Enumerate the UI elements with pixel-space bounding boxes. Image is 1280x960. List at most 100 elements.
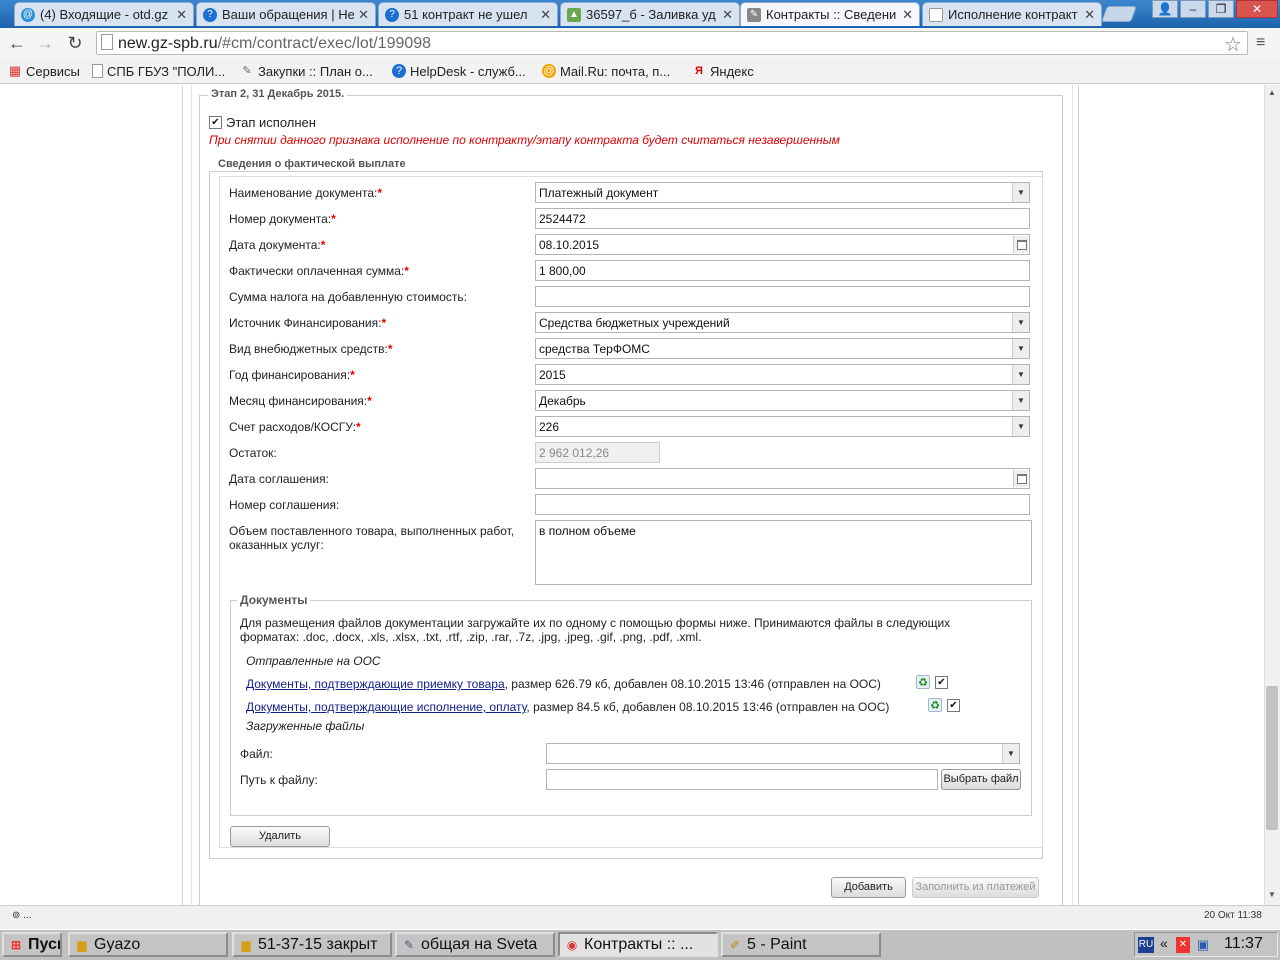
choose-file-button[interactable]: Выбрать файл [941,769,1021,790]
chevron-down-icon: ▼ [1012,339,1029,358]
tab-close-icon[interactable]: ✕ [540,7,551,23]
volume-textarea[interactable]: в полном объеме [535,520,1032,585]
file-row: Документы, подтверждающие исполнение, оп… [246,700,890,714]
chrome-icon: ◉ [566,937,578,952]
agreement-date-input[interactable] [535,468,1030,489]
file-link[interactable]: Документы, подтверждающие приемку товара [246,677,505,691]
stage-warning: При снятии данного признака исполнение п… [209,133,840,147]
image-icon: ▲ [567,7,581,22]
fin-year-select[interactable]: 2015 ▼ [535,364,1030,385]
kosgu-label: Счет расходов/КОСГУ:* [229,420,361,434]
bookmark-item[interactable]: @ Mail.Ru: почта, п... [542,63,670,79]
offbudget-select[interactable]: средства ТерФОМС ▼ [535,338,1030,359]
taskbar-item[interactable]: ✐ 5 - Paint [721,932,881,957]
new-tab-button[interactable] [1101,6,1137,22]
network-icon[interactable]: ▣ [1194,937,1212,953]
mail-icon: @ [542,64,556,78]
browser-tab[interactable]: ▲ 36597_б - Заливка уд ✕ [560,2,740,26]
chevron-down-icon: ▼ [1012,391,1029,410]
page-border-right [1078,85,1079,905]
scrollbar-thumb[interactable] [1266,686,1278,830]
windows-logo-icon: ⊞ [10,937,22,952]
bookmark-apps[interactable]: ▦ Сервисы [8,63,80,79]
reload-icon[interactable]: ↻ [64,33,86,53]
bookmark-item[interactable]: ✎ Закупки :: План о... [240,63,372,79]
agreement-number-input[interactable] [535,494,1030,515]
folder-icon: ▆ [77,937,87,952]
tab-close-icon[interactable]: ✕ [358,7,369,23]
bookmark-star-icon[interactable]: ☆ [1224,32,1242,57]
scroll-down-icon[interactable]: ▼ [1266,890,1278,899]
fill-from-payments-button: Заполнить из платежей [912,877,1039,898]
taskbar-item[interactable]: ▆ 51-37-15 закрыт [232,932,392,957]
scroll-up-icon[interactable]: ▲ [1266,88,1278,97]
restore-icon[interactable]: ❐ [1208,0,1234,18]
window-close-icon[interactable]: ✕ [1236,0,1278,18]
file-checkbox[interactable]: ✔ [935,676,948,689]
balance-input: 2 962 012,26 [535,442,660,463]
vat-input[interactable] [535,286,1030,307]
recycle-icon[interactable]: ♻ [928,698,942,712]
start-button[interactable]: ⊞ Пуск [2,932,62,957]
paid-sum-input[interactable]: 1 800,00 [535,260,1030,281]
kosgu-select[interactable]: 226 ▼ [535,416,1030,437]
add-button[interactable]: Добавить [831,877,906,898]
doc-date-label: Дата документа:* [229,238,326,252]
file-path-input[interactable] [546,769,938,790]
bookmark-item[interactable]: СПБ ГБУЗ "ПОЛИ... [92,63,225,79]
fin-source-select[interactable]: Средства бюджетных учреждений ▼ [535,312,1030,333]
tab-close-icon[interactable]: ✕ [1084,7,1095,23]
browser-tab-active[interactable]: ✎ Контракты :: Сведени ✕ [740,2,920,26]
agreement-number-label: Номер соглашения: [229,498,340,512]
tab-close-icon[interactable]: ✕ [722,7,733,23]
antivirus-icon[interactable]: ✕ [1176,937,1190,953]
payment-legend: Сведения о фактической выплате [215,158,409,170]
calendar-icon[interactable] [1013,236,1028,253]
language-indicator[interactable]: RU [1138,937,1154,953]
balance-label: Остаток: [229,446,277,460]
calendar-icon[interactable] [1013,470,1028,487]
taskbar-item[interactable]: ✎ общая на Sveta [395,932,555,957]
minimize-icon[interactable]: – [1180,0,1206,18]
stage-legend: Этап 2, 31 Декабрь 2015. [208,88,348,100]
menu-icon[interactable]: ≡ [1256,34,1265,52]
apps-icon: ▦ [8,63,22,78]
browser-tab[interactable]: ? 51 контракт не ушел ✕ [378,2,558,26]
content-border-left [191,85,192,905]
browser-tab[interactable]: @ (4) Входящие - otd.gz ✕ [14,2,194,26]
doc-date-input[interactable]: 08.10.2015 [535,234,1030,255]
doc-name-select[interactable]: Платежный документ ▼ [535,182,1030,203]
file-select[interactable]: ▼ [546,743,1020,764]
file-link[interactable]: Документы, подтверждающие исполнение, оп… [246,700,526,714]
helpdesk-icon: ? [392,64,406,78]
agreement-date-label: Дата соглашения: [229,472,329,486]
tab-close-icon[interactable]: ✕ [176,7,187,23]
browser-tab[interactable]: ? Ваши обращения | Не ✕ [196,2,376,26]
chevron-down-icon: ▼ [1012,183,1029,202]
forward-icon[interactable]: → [34,33,56,53]
clock: 11:37 [1224,935,1263,952]
taskbar-item[interactable]: ▆ Gyazo [68,932,228,957]
document-icon: ✎ [403,937,415,952]
page-icon [929,7,943,22]
doc-number-input[interactable]: 2524472 [535,208,1030,229]
bookmark-item[interactable]: Я Яндекс [692,63,754,79]
vat-label: Сумма налога на добавленную стоимость: [229,290,467,304]
documents-info-line2: форматах: .doc, .docx, .xls, .xlsx, .txt… [240,630,702,644]
tab-close-icon[interactable]: ✕ [902,7,913,23]
back-icon[interactable]: ← [6,33,28,53]
file-checkbox[interactable]: ✔ [947,699,960,712]
delete-button[interactable]: Удалить [230,826,330,847]
browser-tab[interactable]: Исполнение контракт ✕ [922,2,1102,26]
fin-month-select[interactable]: Декабрь ▼ [535,390,1030,411]
stage-completed-checkbox[interactable]: ✔ [209,116,222,129]
profile-icon[interactable]: 👤 [1152,0,1178,18]
doc-number-label: Номер документа:* [229,212,336,226]
taskbar-item-active[interactable]: ◉ Контракты :: ... [558,932,718,957]
url-text[interactable]: new.gz-spb.ru/#cm/contract/exec/lot/1990… [118,35,431,53]
recycle-icon[interactable]: ♻ [916,675,930,689]
sent-files-title: Отправленные на ООС [246,654,381,668]
bookmark-item[interactable]: ? HelpDesk - служб... [392,63,526,79]
paid-sum-label: Фактически оплаченная сумма:* [229,264,409,278]
tray-expand-icon[interactable]: « [1160,935,1168,951]
